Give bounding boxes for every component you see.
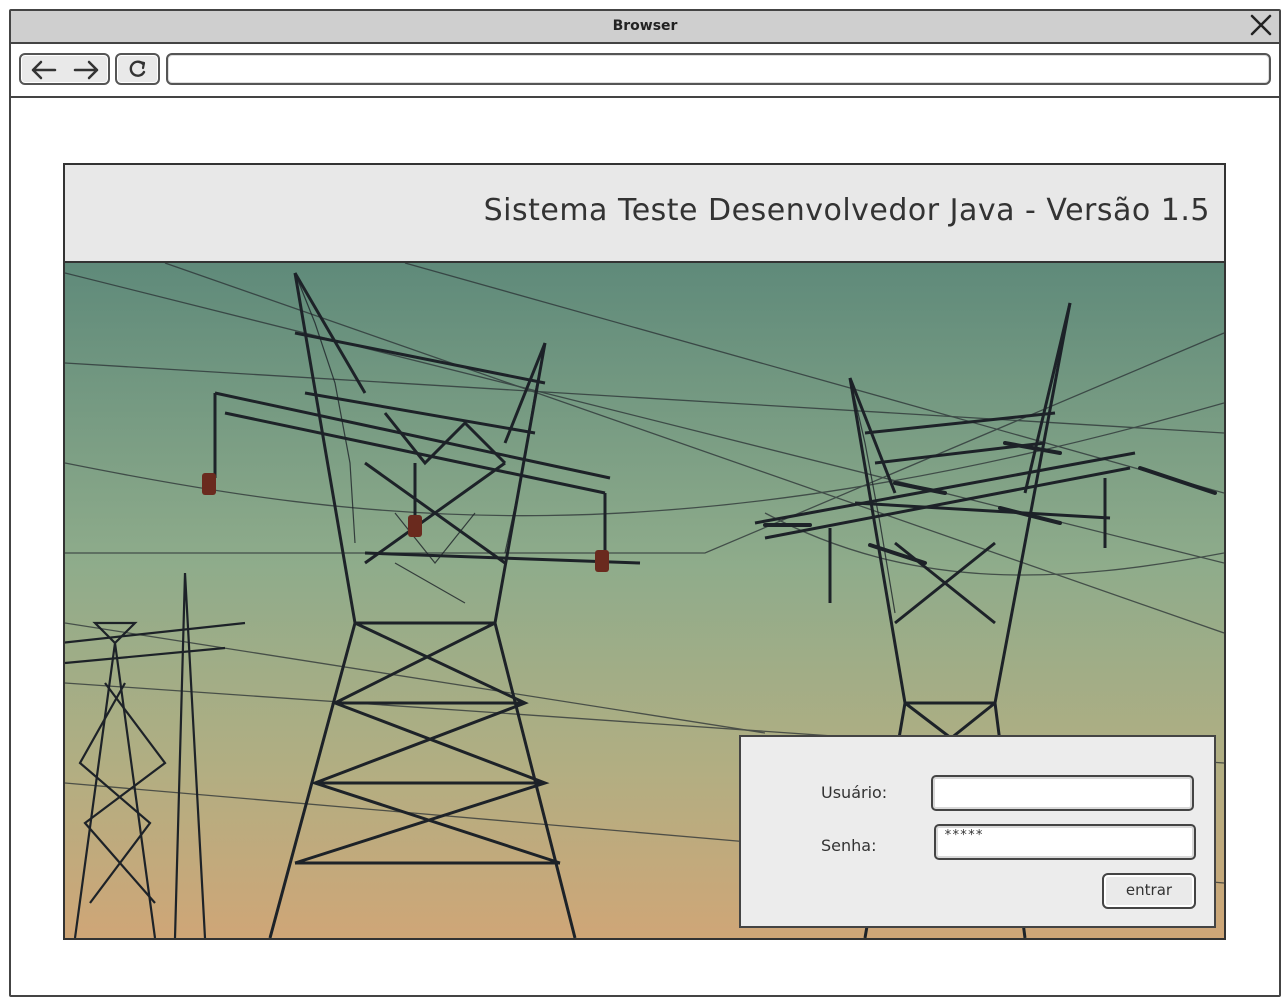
password-input[interactable]: ***** xyxy=(934,824,1196,860)
user-input[interactable] xyxy=(931,775,1194,811)
app-header: Sistema Teste Desenvolvedor Java - Versã… xyxy=(65,165,1224,263)
refresh-icon xyxy=(129,60,146,77)
forward-arrow-icon[interactable] xyxy=(67,56,107,84)
password-label: Senha: xyxy=(821,836,877,855)
user-label: Usuário: xyxy=(821,783,888,802)
browser-window: Browser Sistema Teste Desenvolvedor Java… xyxy=(9,9,1281,997)
browser-title: Browser xyxy=(612,18,678,34)
app-title: Sistema Teste Desenvolvedor Java - Versã… xyxy=(483,193,1210,228)
close-icon[interactable] xyxy=(1249,13,1273,37)
login-button[interactable]: entrar xyxy=(1102,873,1196,909)
address-bar[interactable] xyxy=(166,53,1271,85)
refresh-button[interactable] xyxy=(115,53,160,85)
nav-buttons xyxy=(19,53,110,85)
page-content: Sistema Teste Desenvolvedor Java - Versã… xyxy=(11,98,1279,995)
app-frame: Sistema Teste Desenvolvedor Java - Versã… xyxy=(63,163,1226,940)
browser-titlebar: Browser xyxy=(11,11,1279,44)
browser-toolbar xyxy=(11,44,1279,98)
back-arrow-icon[interactable] xyxy=(25,56,65,84)
login-panel: Usuário: Senha: ***** entrar xyxy=(739,735,1216,928)
